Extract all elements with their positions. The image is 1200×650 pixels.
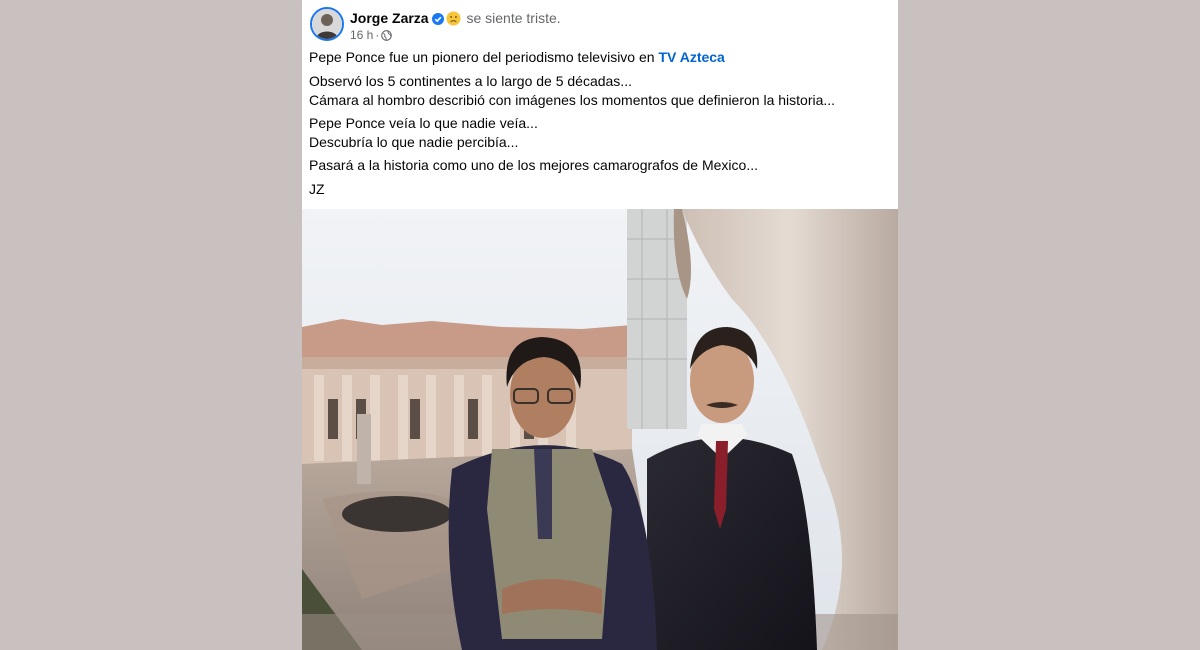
avatar-image	[312, 9, 342, 39]
post-signature: JZ	[309, 181, 325, 197]
author-avatar[interactable]	[310, 7, 344, 41]
post-time[interactable]: 16 h	[350, 28, 373, 42]
post-text-line-1: Pepe Ponce fue un pionero del periodismo…	[309, 48, 725, 67]
meta-separator: ·	[375, 28, 380, 42]
post-photo[interactable]	[302, 209, 898, 650]
post-text-p4: Pasará a la historia como uno de los mej…	[309, 157, 758, 173]
author-name[interactable]: Jorge Zarza	[350, 10, 429, 26]
feeling-text: se siente triste.	[466, 10, 561, 26]
post-text-p2-line-1: Observó los 5 continentes a lo largo de …	[309, 73, 632, 89]
post-text-p2-line-2: Cámara al hombro describió con imágenes …	[309, 92, 836, 108]
tv-azteca-link[interactable]: TV Azteca	[658, 49, 724, 65]
post-text-p3-line-1: Pepe Ponce veía lo que nadie veía...	[309, 115, 538, 131]
author-line: Jorge Zarza se siente triste.	[350, 9, 561, 30]
post-text-p3-line-2: Descubría lo que nadie percibía...	[309, 134, 519, 150]
post-header: Jorge Zarza se siente triste. 16 h ·	[310, 7, 890, 45]
post-meta: 16 h ·	[350, 28, 393, 44]
facebook-post: Jorge Zarza se siente triste. 16 h · Pepe…	[302, 0, 898, 650]
sad-face-emoji-icon	[446, 11, 461, 30]
verified-badge-icon	[431, 11, 444, 29]
globe-icon[interactable]	[381, 30, 393, 44]
post-text-prefix: Pepe Ponce fue un pionero del periodismo…	[309, 49, 659, 65]
